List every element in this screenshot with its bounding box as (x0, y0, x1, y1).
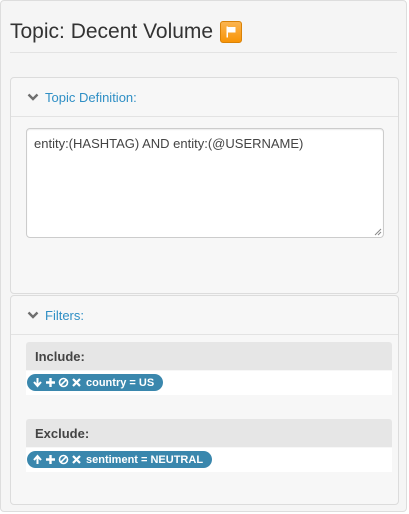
flag-icon (226, 26, 236, 38)
exclude-list: sentiment = NEUTRAL (26, 448, 392, 472)
arrow-down-icon[interactable] (32, 377, 43, 388)
filters-toggle[interactable]: Filters: (11, 296, 398, 335)
resize-grip-icon[interactable] (374, 228, 382, 236)
include-filter-pill: country = US (27, 374, 164, 391)
remove-icon[interactable] (71, 377, 82, 388)
plus-icon[interactable] (45, 454, 56, 465)
topic-definition-toggle[interactable]: Topic Definition: (11, 78, 398, 117)
topic-definition-section: Topic Definition: entity:(HASHTAG) AND e… (10, 77, 399, 294)
arrow-up-icon[interactable] (32, 454, 43, 465)
chevron-down-icon (27, 93, 39, 101)
topic-header: Topic: Decent Volume (10, 17, 243, 47)
include-filter-text: country = US (86, 376, 155, 389)
filters-label: Filters: (45, 307, 84, 323)
exclude-header: Exclude: (26, 419, 392, 447)
topic-definition-label: Topic Definition: (45, 89, 137, 105)
flag-button[interactable] (220, 21, 243, 43)
exclude-filter-text: sentiment = NEUTRAL (86, 453, 204, 466)
topic-definition-textarea[interactable]: entity:(HASHTAG) AND entity:(@USERNAME) (26, 128, 384, 238)
chevron-down-icon (27, 311, 39, 319)
exclude-label: Exclude: (35, 425, 90, 441)
remove-icon[interactable] (71, 454, 82, 465)
include-list: country = US (26, 371, 392, 395)
include-label: Include: (35, 348, 85, 364)
ban-icon[interactable] (58, 377, 69, 388)
header-divider (10, 52, 397, 53)
exclude-filter-pill: sentiment = NEUTRAL (27, 451, 213, 468)
topic-panel: Topic: Decent Volume Topic Definition: e… (0, 0, 407, 512)
topic-title: Topic: Decent Volume (10, 20, 214, 43)
filters-section: Filters: Include: country = US Exclude: … (10, 295, 399, 505)
plus-icon[interactable] (45, 377, 56, 388)
include-header: Include: (26, 342, 392, 370)
ban-icon[interactable] (58, 454, 69, 465)
